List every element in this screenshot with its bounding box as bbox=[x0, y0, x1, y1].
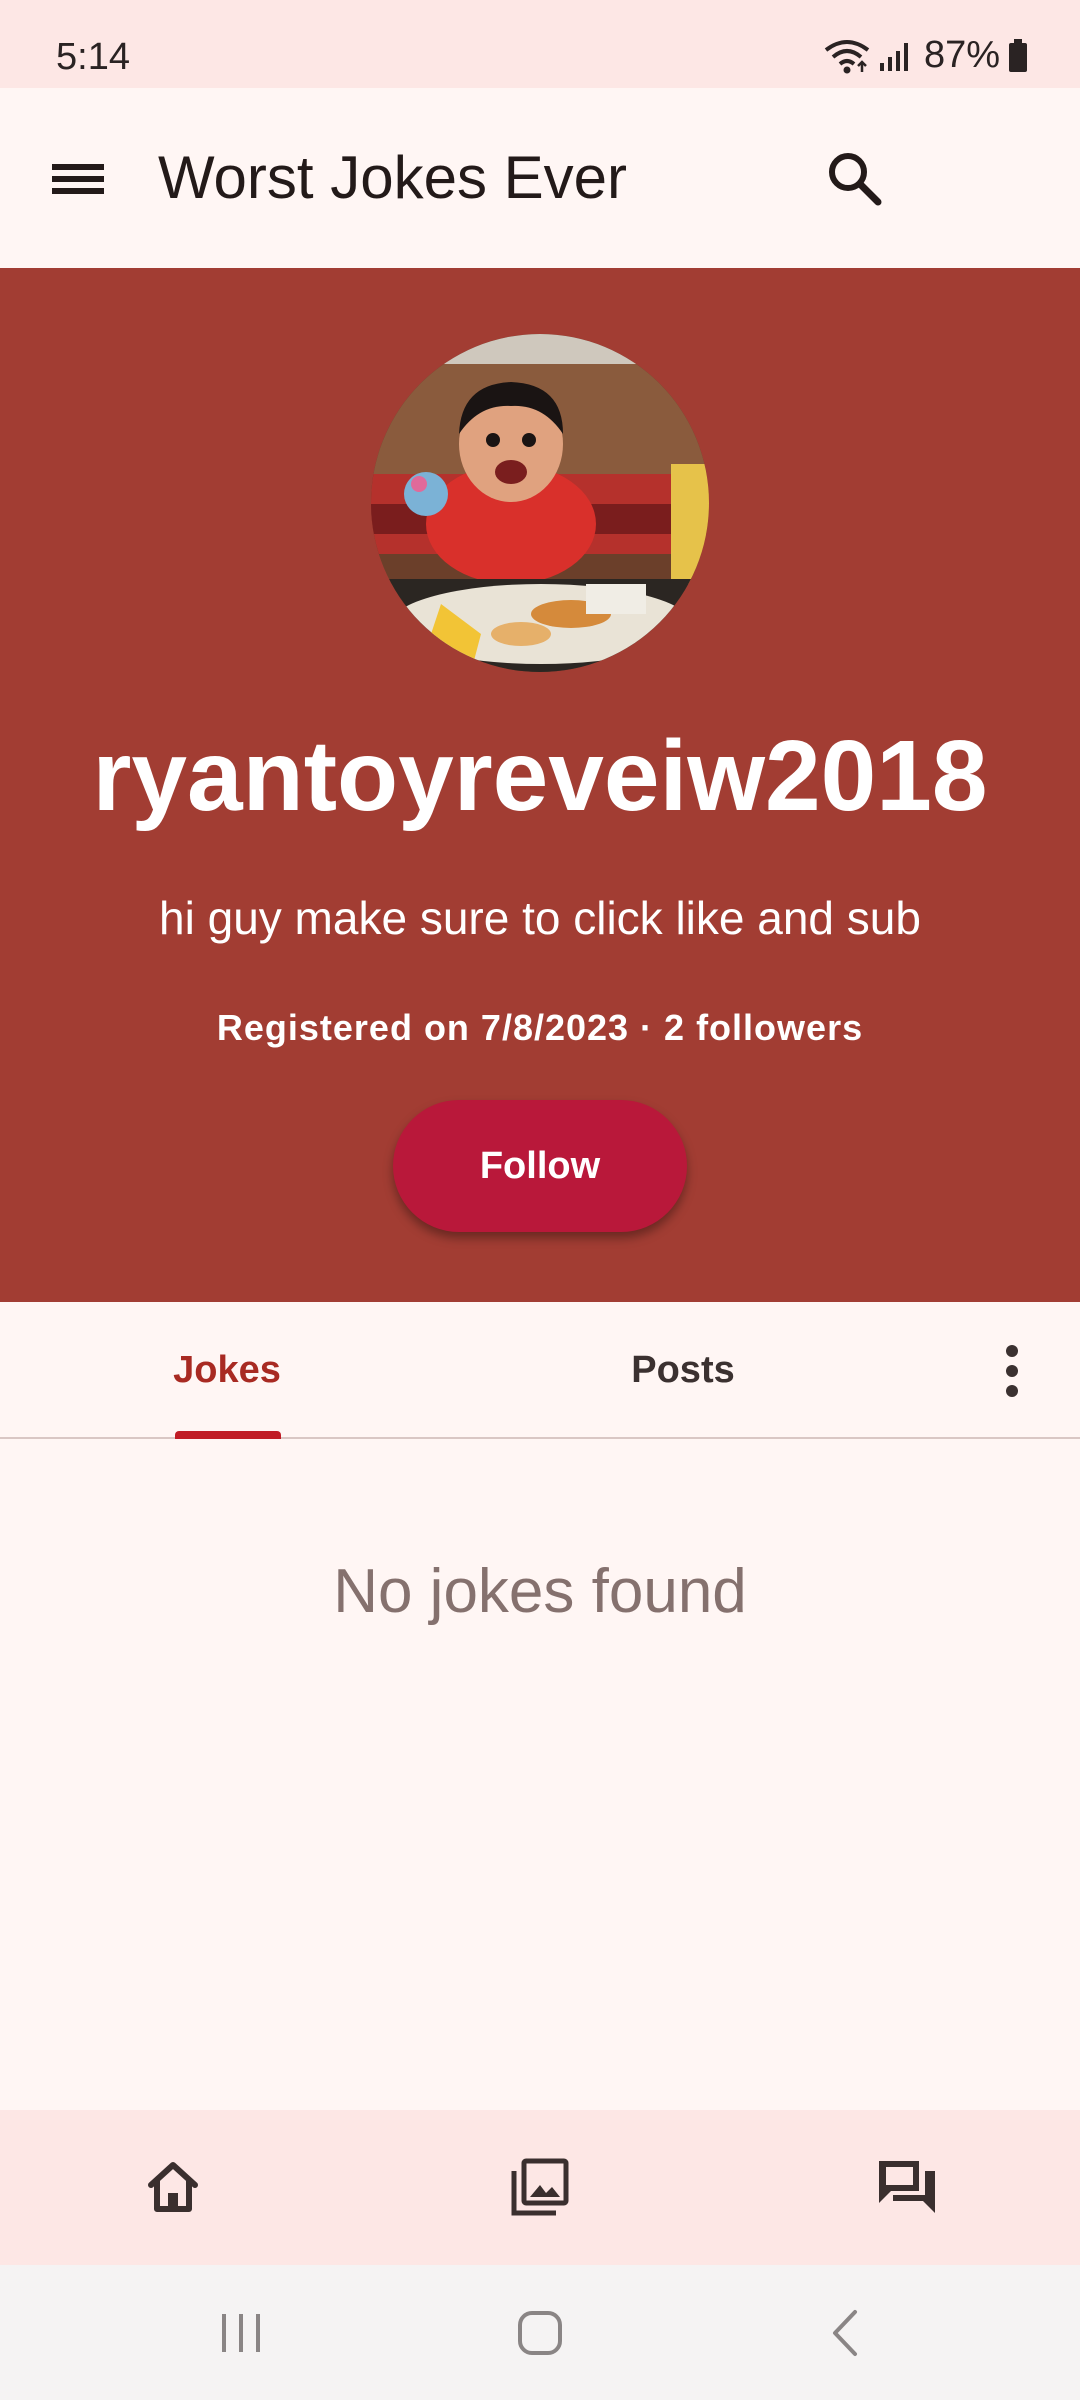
bottom-navigation bbox=[0, 2110, 1080, 2265]
screen: 5:14 87% Worst Jokes Ever ryantoyreveiw2… bbox=[0, 0, 1080, 2400]
system-navigation bbox=[0, 2265, 1080, 2400]
search-button[interactable] bbox=[822, 146, 886, 210]
follow-button[interactable]: Follow bbox=[393, 1100, 687, 1232]
tab-posts[interactable]: Posts bbox=[612, 1302, 754, 1439]
tab-indicator bbox=[175, 1431, 281, 1439]
recent-apps-button[interactable] bbox=[206, 2301, 276, 2365]
status-bar: 5:14 87% bbox=[0, 0, 1080, 88]
tab-posts-label: Posts bbox=[631, 1349, 735, 1391]
registration-info: Registered on 7/8/2023 · 2 followers bbox=[216, 1007, 864, 1048]
forum-icon bbox=[879, 2161, 935, 2213]
username: ryantoyreveiw2018 bbox=[92, 720, 988, 832]
more-vert-icon bbox=[1006, 1344, 1018, 1397]
search-icon bbox=[829, 153, 882, 206]
recent-apps-icon bbox=[222, 2314, 260, 2352]
back-icon bbox=[833, 2310, 857, 2356]
nav-home-button[interactable] bbox=[136, 2150, 210, 2224]
gallery-icon bbox=[511, 2158, 569, 2216]
system-back-button[interactable] bbox=[810, 2301, 880, 2365]
menu-button[interactable] bbox=[46, 140, 110, 214]
home-button-icon bbox=[518, 2311, 562, 2355]
app-title: Worst Jokes Ever bbox=[158, 144, 628, 211]
tab-bar: Jokes Posts bbox=[0, 1302, 1080, 1439]
status-icons: 87% bbox=[822, 34, 1028, 77]
bio: hi guy make sure to click like and sub bbox=[159, 892, 921, 944]
empty-state-message: No jokes found bbox=[333, 1557, 747, 1626]
profile-header: ryantoyreveiw2018 hi guy make sure to cl… bbox=[0, 268, 1080, 1302]
system-home-button[interactable] bbox=[505, 2301, 575, 2365]
tab-jokes[interactable]: Jokes bbox=[160, 1302, 294, 1439]
signal-icon bbox=[878, 39, 912, 73]
wifi-icon bbox=[822, 38, 872, 74]
battery-percentage: 87% bbox=[923, 34, 1000, 76]
nav-gallery-button[interactable] bbox=[503, 2150, 577, 2224]
nav-forum-button[interactable] bbox=[870, 2150, 944, 2224]
more-options-button[interactable] bbox=[988, 1302, 1036, 1439]
menu-icon bbox=[52, 164, 104, 194]
status-time: 5:14 bbox=[56, 36, 130, 78]
home-icon bbox=[148, 2162, 198, 2212]
battery-icon bbox=[1008, 38, 1028, 73]
app-bar: Worst Jokes Ever bbox=[0, 88, 1080, 268]
avatar bbox=[371, 334, 709, 672]
tab-jokes-label: Jokes bbox=[173, 1349, 281, 1391]
